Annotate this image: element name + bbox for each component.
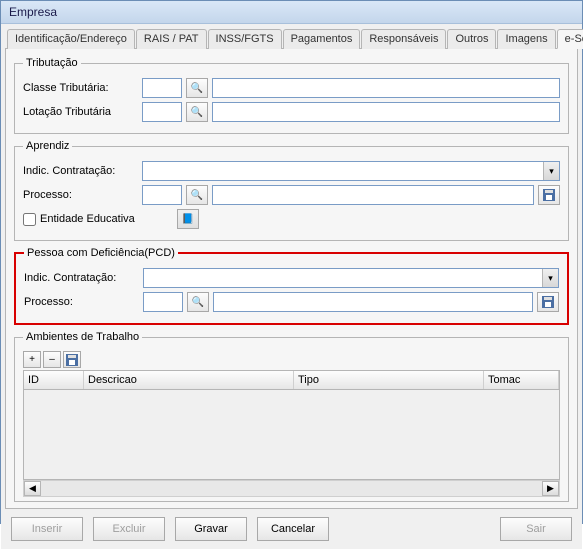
horizontal-scrollbar[interactable]: ◀ ▶ xyxy=(23,480,560,497)
tab-responsaveis[interactable]: Responsáveis xyxy=(361,29,446,49)
save-pcd-processo[interactable] xyxy=(537,292,559,312)
button-bar: Inserir Excluir Gravar Cancelar Sair xyxy=(5,509,578,549)
gravar-button[interactable]: Gravar xyxy=(175,517,247,541)
lookup-lotacao-tributaria[interactable]: 🔍 xyxy=(186,102,208,122)
tab-rais-pat[interactable]: RAIS / PAT xyxy=(136,29,207,49)
label-classe-tributaria: Classe Tributária: xyxy=(23,82,138,94)
col-tomador[interactable]: Tomac xyxy=(484,371,559,389)
save-aprendiz-processo[interactable] xyxy=(538,185,560,205)
scroll-left-icon[interactable]: ◀ xyxy=(24,481,41,496)
window-title: Empresa xyxy=(1,1,582,24)
group-tributacao: Tributação Classe Tributária: 🔍 Lotação … xyxy=(14,57,569,134)
aprendiz-entidade-book: 📘 xyxy=(177,209,199,229)
floppy-icon xyxy=(543,189,555,201)
table-body[interactable] xyxy=(23,390,560,480)
label-aprendiz-processo: Processo: xyxy=(23,189,138,201)
inserir-button: Inserir xyxy=(11,517,83,541)
aprendiz-entidade-input[interactable] xyxy=(23,213,36,226)
label-lotacao-tributaria: Lotação Tributária xyxy=(23,106,138,118)
lookup-aprendiz-processo[interactable]: 🔍 xyxy=(186,185,208,205)
legend-pcd: Pessoa com Deficiência(PCD) xyxy=(24,247,178,259)
window: Empresa Identificação/Endereço RAIS / PA… xyxy=(0,0,583,524)
remove-row-button[interactable]: – xyxy=(43,351,61,368)
cancelar-button[interactable]: Cancelar xyxy=(257,517,329,541)
save-table-button[interactable] xyxy=(63,351,81,368)
floppy-icon xyxy=(542,296,554,308)
lookup-pcd-processo[interactable]: 🔍 xyxy=(187,292,209,312)
tab-identificacao[interactable]: Identificação/Endereço xyxy=(7,29,135,49)
minus-icon: – xyxy=(49,354,55,365)
label-pcd-indic: Indic. Contratação: xyxy=(24,272,139,284)
table-header: ID Descricao Tipo Tomac xyxy=(23,370,560,390)
group-ambientes: Ambientes de Trabalho + – ID Descricao T… xyxy=(14,331,569,502)
aprendiz-processo-code[interactable] xyxy=(142,185,182,205)
pcd-processo-desc[interactable] xyxy=(213,292,533,312)
aprendiz-indic-combo[interactable]: ▾ xyxy=(142,161,560,181)
aprendiz-entidade-checkbox[interactable]: Entidade Educativa xyxy=(23,213,135,226)
col-descricao[interactable]: Descricao xyxy=(84,371,294,389)
content: Identificação/Endereço RAIS / PAT INSS/F… xyxy=(1,24,582,549)
binoculars-icon: 🔍 xyxy=(191,83,203,94)
aprendiz-entidade-label: Entidade Educativa xyxy=(40,213,135,225)
legend-aprendiz: Aprendiz xyxy=(23,140,72,152)
tab-pagamentos[interactable]: Pagamentos xyxy=(283,29,361,49)
lookup-classe-tributaria[interactable]: 🔍 xyxy=(186,78,208,98)
pcd-processo-code[interactable] xyxy=(143,292,183,312)
label-aprendiz-indic: Indic. Contratação: xyxy=(23,165,138,177)
group-aprendiz: Aprendiz Indic. Contratação: ▾ Processo:… xyxy=(14,140,569,241)
tab-bar: Identificação/Endereço RAIS / PAT INSS/F… xyxy=(5,28,578,49)
group-pcd: Pessoa com Deficiência(PCD) Indic. Contr… xyxy=(14,247,569,325)
floppy-icon xyxy=(66,354,78,366)
binoculars-icon: 🔍 xyxy=(192,297,204,308)
aprendiz-processo-desc[interactable] xyxy=(212,185,534,205)
tab-esocial[interactable]: e-Social xyxy=(557,29,583,49)
tab-inss-fgts[interactable]: INSS/FGTS xyxy=(208,29,282,49)
classe-tributaria-code[interactable] xyxy=(142,78,182,98)
col-tipo[interactable]: Tipo xyxy=(294,371,484,389)
legend-ambientes: Ambientes de Trabalho xyxy=(23,331,142,343)
classe-tributaria-desc[interactable] xyxy=(212,78,560,98)
pcd-indic-combo[interactable]: ▾ xyxy=(143,268,559,288)
plus-icon: + xyxy=(29,354,35,365)
col-id[interactable]: ID xyxy=(24,371,84,389)
binoculars-icon: 🔍 xyxy=(191,190,203,201)
add-row-button[interactable]: + xyxy=(23,351,41,368)
label-pcd-processo: Processo: xyxy=(24,296,139,308)
lotacao-tributaria-code[interactable] xyxy=(142,102,182,122)
chevron-down-icon[interactable]: ▾ xyxy=(543,162,559,180)
scroll-right-icon[interactable]: ▶ xyxy=(542,481,559,496)
sair-button: Sair xyxy=(500,517,572,541)
tab-pane-esocial: Tributação Classe Tributária: 🔍 Lotação … xyxy=(5,49,578,509)
legend-tributacao: Tributação xyxy=(23,57,81,69)
excluir-button: Excluir xyxy=(93,517,165,541)
tab-outros[interactable]: Outros xyxy=(447,29,496,49)
binoculars-icon: 🔍 xyxy=(191,107,203,118)
book-icon: 📘 xyxy=(182,214,194,225)
aprendiz-indic-value[interactable] xyxy=(143,162,543,180)
tab-imagens[interactable]: Imagens xyxy=(497,29,555,49)
lotacao-tributaria-desc[interactable] xyxy=(212,102,560,122)
chevron-down-icon[interactable]: ▾ xyxy=(542,269,558,287)
pcd-indic-value[interactable] xyxy=(144,269,542,287)
